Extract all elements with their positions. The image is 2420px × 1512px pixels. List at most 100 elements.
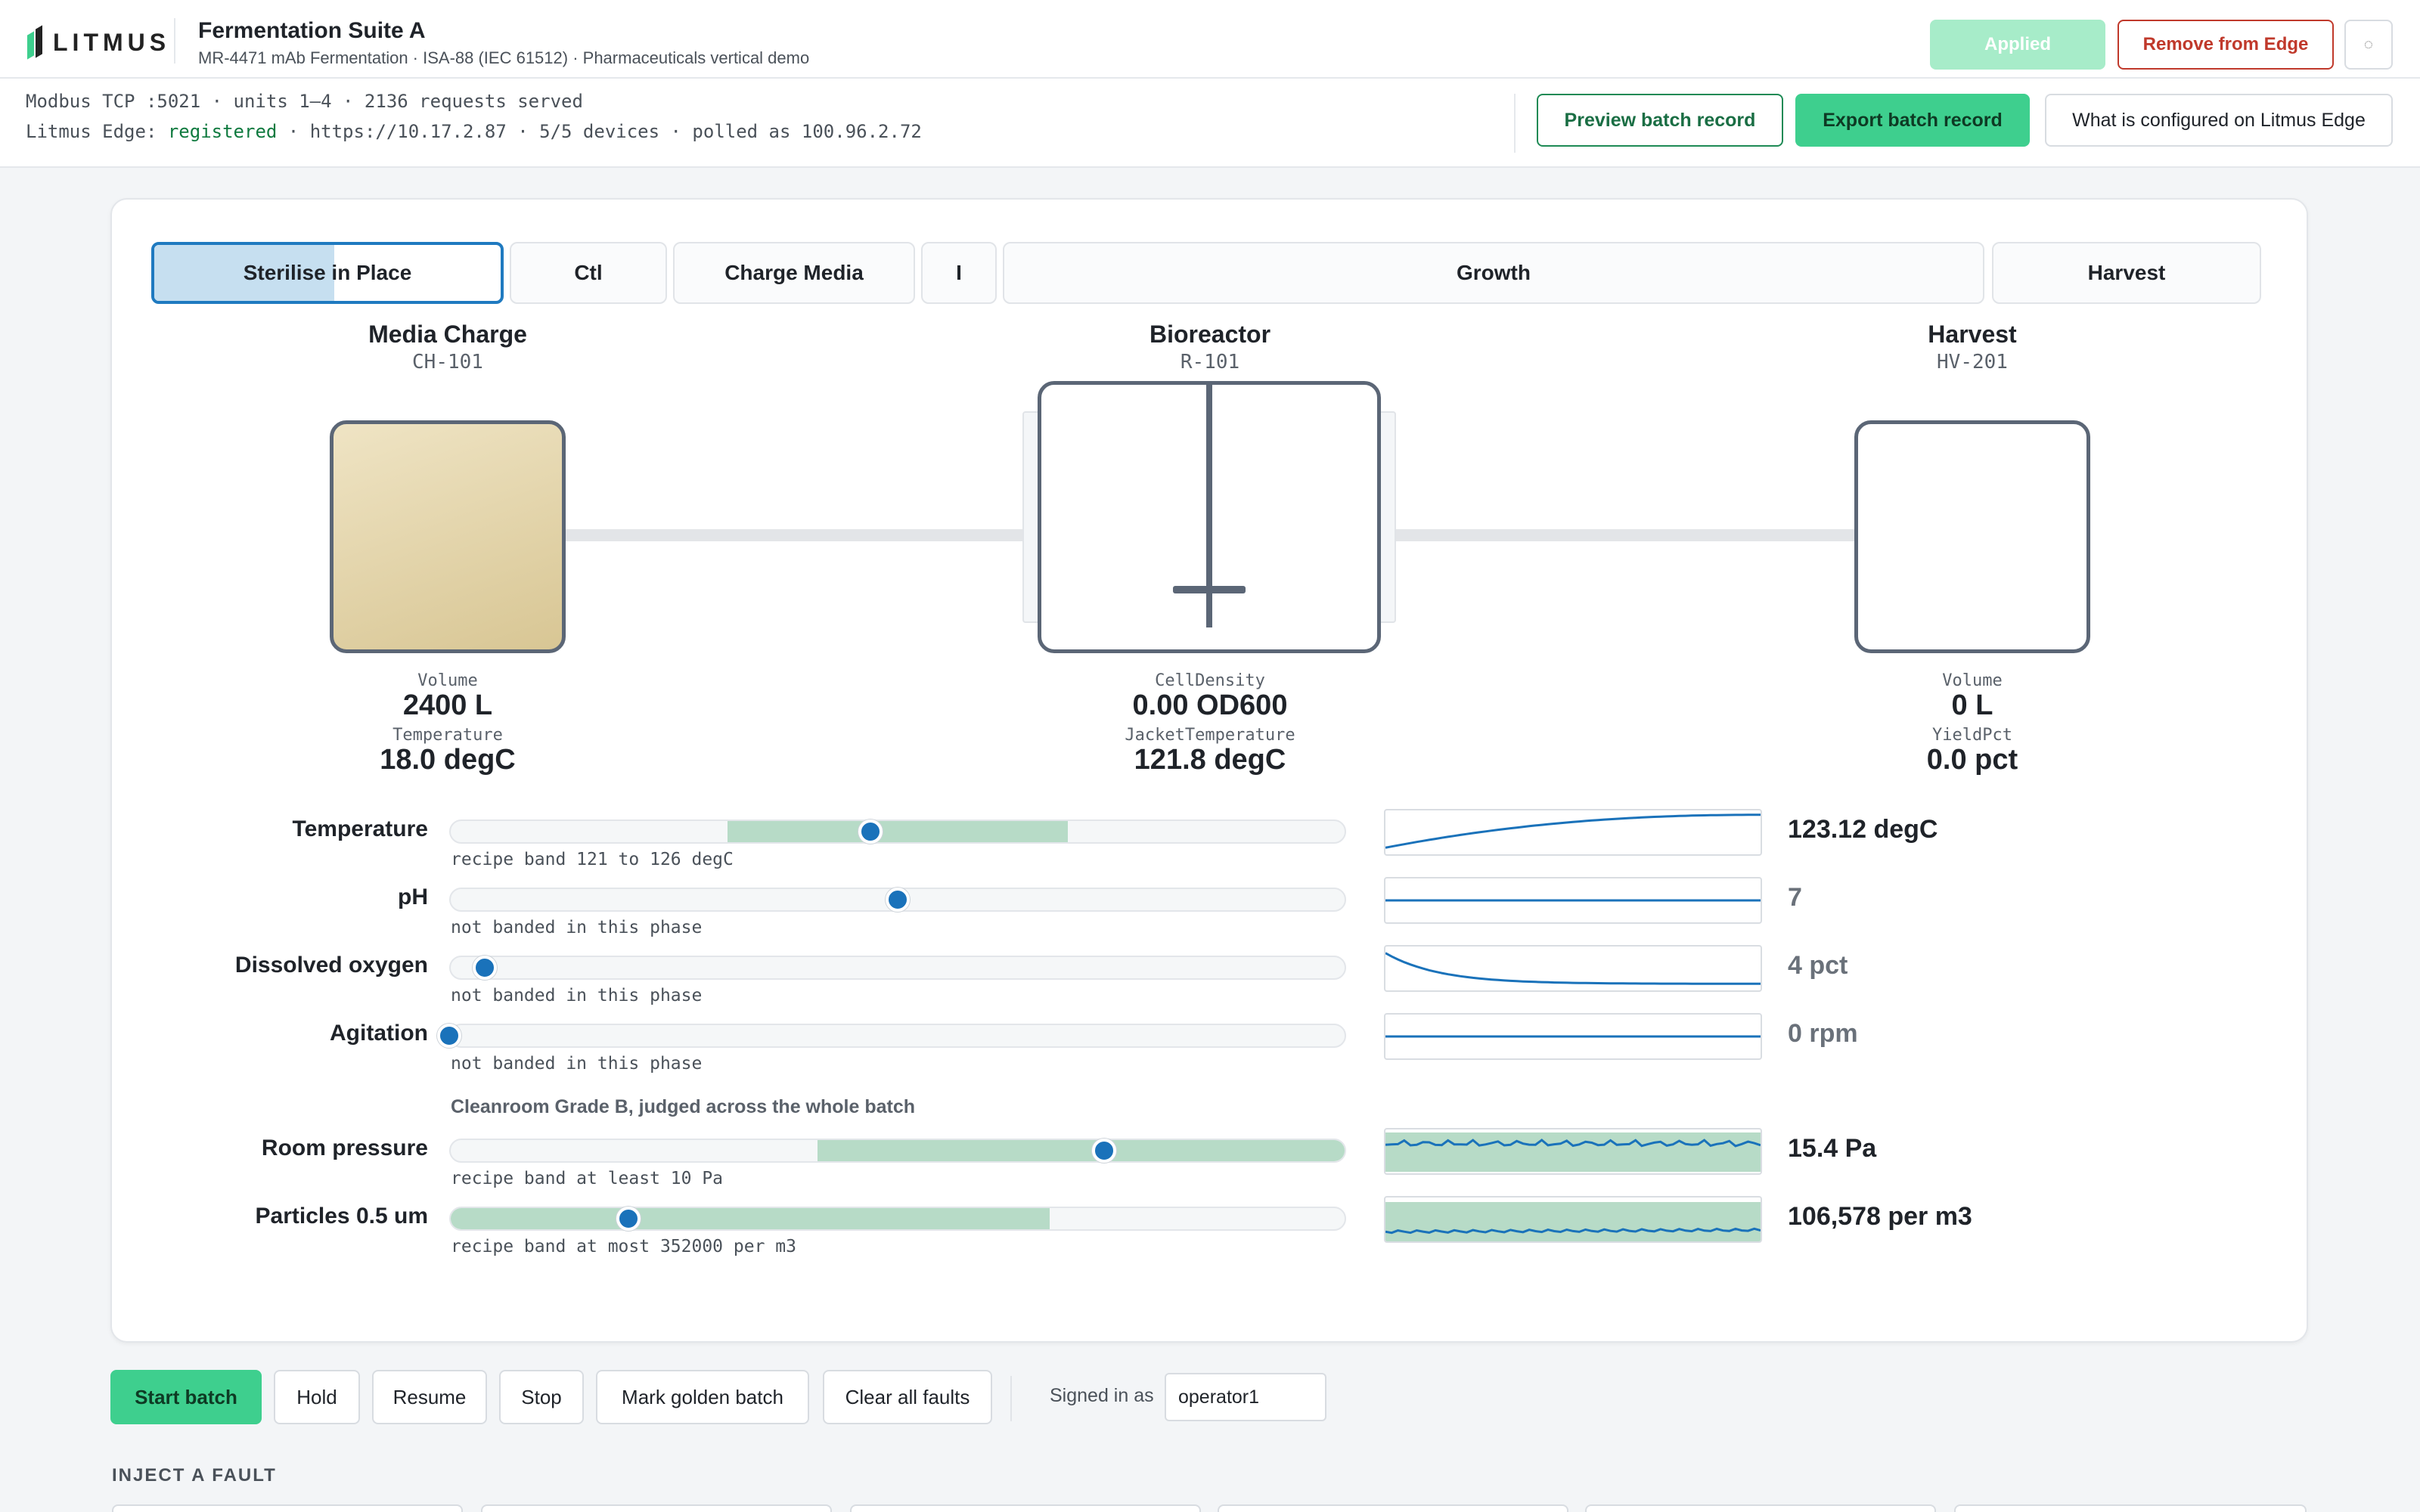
param-label-agitation: Agitation — [330, 1021, 428, 1046]
unit-tag-bioreactor: R-101 — [1180, 351, 1240, 373]
mark-golden-batch-button[interactable]: Mark golden batch — [596, 1370, 809, 1424]
export-batch-record-button[interactable]: Export batch record — [1795, 94, 2030, 147]
edge-registered-state: registered — [167, 121, 278, 142]
recipe-band — [728, 821, 1068, 842]
edge-status-details: · https://10.17.2.87 · 5/5 devices · pol… — [277, 121, 922, 142]
unit-name-media-charge: Media Charge — [368, 321, 527, 348]
pipe-reactor-to-harvest — [1378, 529, 1857, 541]
inject-fault-title: INJECT A FAULT — [112, 1465, 277, 1486]
litmus-logo-icon — [26, 25, 45, 60]
media-charge-metric1-value: 2400 L — [402, 689, 493, 721]
param-note-ph: not banded in this phase — [451, 918, 703, 937]
phase-label: Growth — [1457, 261, 1531, 284]
param-reading-temperature: 123.12 degC — [1788, 815, 1938, 844]
unit-name-bioreactor: Bioreactor — [1149, 321, 1271, 348]
recipe-band — [817, 1140, 1345, 1161]
param-trend-dissolved-oxygen — [1384, 945, 1762, 992]
media-charge-metric2-value: 18.0 degC — [380, 744, 516, 776]
harvest-metric1-value: 0 L — [1951, 689, 1993, 721]
value-marker[interactable] — [616, 1207, 641, 1231]
trend-band — [1385, 1202, 1761, 1241]
phase-charge-media[interactable]: Charge Media — [673, 242, 915, 304]
status-divider — [1514, 94, 1516, 153]
param-trend-agitation — [1384, 1013, 1762, 1060]
env-note-room-pressure: recipe band at least 10 Pa — [451, 1169, 724, 1188]
phase-label: Harvest — [2087, 261, 2166, 284]
applied-button[interactable]: Applied — [1930, 20, 2105, 70]
signed-in-label: Signed in as — [1050, 1385, 1154, 1406]
pipe-charge-to-reactor — [566, 529, 1042, 541]
phase-harvest[interactable]: Harvest — [1992, 242, 2261, 304]
param-reading-agitation: 0 rpm — [1788, 1019, 1858, 1048]
stop-button[interactable]: Stop — [499, 1370, 584, 1424]
param-reading-dissolved-oxygen: 4 pct — [1788, 951, 1848, 980]
env-note-particles: recipe band at most 352000 per m3 — [451, 1237, 796, 1256]
env-trend-room-pressure — [1384, 1128, 1762, 1175]
bioreactor-metric1-label: CellDensity — [1155, 671, 1265, 690]
phase-label: Charge Media — [724, 261, 864, 284]
env-track-particles[interactable] — [449, 1207, 1346, 1231]
modbus-status: Modbus TCP :5021 · units 1–4 · 2136 requ… — [26, 91, 583, 112]
fault-card[interactable] — [1954, 1504, 2307, 1512]
param-track-agitation[interactable] — [449, 1024, 1346, 1048]
bioreactor-metric1-value: 0.00 OD600 — [1132, 689, 1288, 721]
harvest-metric1-label: Volume — [1942, 671, 2003, 690]
param-track-dissolved-oxygen[interactable] — [449, 956, 1346, 980]
fault-card[interactable] — [1585, 1504, 1936, 1512]
phase-ctl[interactable]: Ctl — [510, 242, 667, 304]
header-divider — [174, 18, 175, 64]
value-marker[interactable] — [1091, 1139, 1116, 1163]
media-charge-metric2-label: Temperature — [392, 726, 503, 745]
preview-batch-record-button[interactable]: Preview batch record — [1537, 94, 1783, 147]
trend-band — [1385, 1132, 1761, 1172]
hold-button[interactable]: Hold — [274, 1370, 360, 1424]
harvest-vessel[interactable] — [1854, 420, 2090, 653]
param-note-dissolved-oxygen: not banded in this phase — [451, 986, 703, 1005]
start-batch-button[interactable]: Start batch — [110, 1370, 262, 1424]
env-trend-particles — [1384, 1196, 1762, 1243]
page-subtitle: MR-4471 mAb Fermentation · ISA-88 (IEC 6… — [198, 48, 810, 67]
recipe-band — [451, 1208, 1050, 1229]
phase-i[interactable]: I — [921, 242, 997, 304]
resume-button[interactable]: Resume — [372, 1370, 487, 1424]
trend-line — [1385, 813, 1761, 849]
edge-status-prefix: Litmus Edge: — [26, 121, 168, 142]
controls-divider — [1010, 1376, 1012, 1421]
param-note-temperature: recipe band 121 to 126 degC — [451, 850, 734, 869]
phase-label: Sterilise in Place — [243, 261, 412, 284]
bioreactor-metric2-label: JacketTemperature — [1125, 726, 1295, 745]
fault-card[interactable] — [481, 1504, 832, 1512]
param-label-ph: pH — [398, 885, 428, 909]
param-label-dissolved-oxygen: Dissolved oxygen — [234, 953, 428, 978]
logo-text: LITMUS — [53, 28, 171, 56]
param-label-temperature: Temperature — [292, 816, 428, 841]
env-label-particles: Particles 0.5 um — [255, 1204, 428, 1228]
harvest-metric2-label: YieldPct — [1932, 726, 2012, 745]
phase-growth[interactable]: Growth — [1003, 242, 1984, 304]
agitator-impeller-icon — [1173, 586, 1246, 593]
page-title: Fermentation Suite A — [198, 18, 426, 43]
media-charge-vessel[interactable] — [330, 420, 566, 653]
unit-name-harvest: Harvest — [1928, 321, 2017, 348]
phase-label: Ctl — [574, 261, 603, 284]
bioreactor-metric2-value: 121.8 degC — [1134, 744, 1286, 776]
value-marker[interactable] — [886, 888, 910, 912]
clear-all-faults-button[interactable]: Clear all faults — [823, 1370, 992, 1424]
litmus-logo: LITMUS — [26, 25, 171, 60]
harvest-metric2-value: 0.0 pct — [1926, 744, 2018, 776]
env-label-room-pressure: Room pressure — [261, 1136, 428, 1160]
theme-toggle-button[interactable]: ◌ — [2344, 20, 2393, 70]
value-marker[interactable] — [437, 1024, 461, 1048]
env-track-room-pressure[interactable] — [449, 1139, 1346, 1163]
operator-input[interactable] — [1165, 1373, 1326, 1421]
remove-from-edge-button[interactable]: Remove from Edge — [2118, 20, 2334, 70]
phase-sterilise-in-place[interactable]: Sterilise in Place — [151, 242, 504, 304]
edge-configuration-button[interactable]: What is configured on Litmus Edge — [2045, 94, 2393, 147]
unit-tag-harvest: HV-201 — [1937, 351, 2008, 373]
env-reading-room-pressure: 15.4 Pa — [1788, 1134, 1877, 1163]
param-track-temperature[interactable] — [449, 820, 1346, 844]
fault-card[interactable] — [1218, 1504, 1568, 1512]
fault-card[interactable] — [112, 1504, 463, 1512]
media-charge-metric1-label: Volume — [417, 671, 478, 690]
fault-card[interactable] — [850, 1504, 1201, 1512]
